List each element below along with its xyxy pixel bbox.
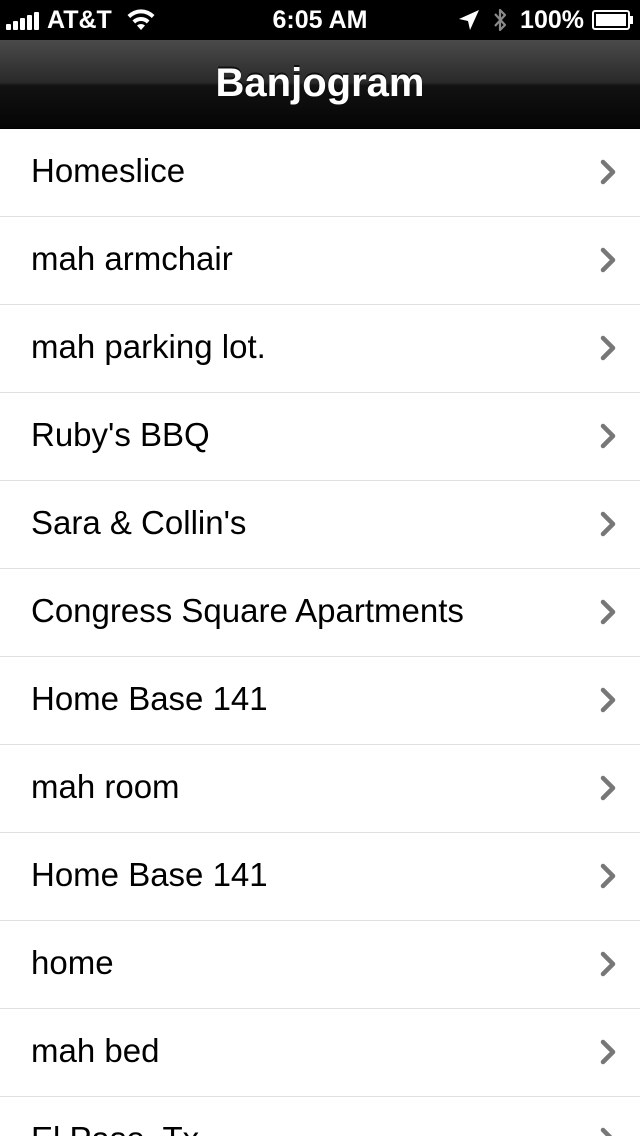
navigation-bar: Banjogram — [0, 40, 640, 129]
location-arrow-icon — [459, 10, 480, 30]
list-item-label: El Paso, Tx — [31, 1097, 199, 1136]
bluetooth-icon — [494, 8, 507, 32]
chevron-right-icon — [600, 335, 616, 361]
list-item-label: Sara & Collin's — [31, 504, 247, 541]
list-item-label: mah parking lot. — [31, 328, 266, 365]
chevron-right-icon — [600, 687, 616, 713]
list-item-label: home — [31, 944, 114, 981]
chevron-right-icon — [600, 1127, 613, 1136]
list-item[interactable]: Home Base 141 — [0, 833, 640, 921]
battery-icon — [592, 10, 633, 30]
chevron-right-icon — [600, 423, 616, 449]
list-item[interactable]: mah armchair — [0, 217, 640, 305]
nav-title: Banjogram — [215, 61, 425, 105]
chevron-right-icon — [600, 1039, 616, 1065]
list-item[interactable]: El Paso, Tx — [0, 1097, 640, 1136]
list-item-label: Home Base 141 — [31, 680, 268, 717]
list-item-label: Ruby's BBQ — [31, 416, 210, 453]
list-item[interactable]: Ruby's BBQ — [0, 393, 640, 481]
battery-percent: 100% — [520, 5, 584, 34]
list-item[interactable]: Congress Square Apartments — [0, 569, 640, 657]
list-item-label: mah bed — [31, 1032, 160, 1069]
status-right: 100% — [458, 0, 634, 40]
chevron-right-icon — [600, 775, 616, 801]
list-item[interactable]: mah parking lot. — [0, 305, 640, 393]
app-screen: AT&T 6:05 AM 100% Banjogram Homeslice ma… — [0, 0, 640, 1136]
list-item-label: mah room — [31, 768, 180, 805]
chevron-right-icon — [600, 159, 616, 185]
list-item-label: mah armchair — [31, 240, 233, 277]
chevron-right-icon — [600, 951, 616, 977]
list-item[interactable]: mah bed — [0, 1009, 640, 1097]
chevron-right-icon — [600, 863, 616, 889]
places-list: Homeslice mah armchair mah parking lot. … — [0, 129, 640, 1136]
list-item-label: Home Base 141 — [31, 856, 268, 893]
list-item[interactable]: Sara & Collin's — [0, 481, 640, 569]
status-bar: AT&T 6:05 AM 100% — [0, 0, 640, 40]
list-item-label: Homeslice — [31, 152, 186, 189]
chevron-right-icon — [600, 247, 616, 273]
list-item[interactable]: home — [0, 921, 640, 1009]
list-item[interactable]: Homeslice — [0, 129, 640, 217]
chevron-right-icon — [600, 599, 616, 625]
chevron-right-icon — [600, 511, 616, 537]
list-item[interactable]: mah room — [0, 745, 640, 833]
list-item-label: Congress Square Apartments — [31, 592, 464, 629]
list-item[interactable]: Home Base 141 — [0, 657, 640, 745]
